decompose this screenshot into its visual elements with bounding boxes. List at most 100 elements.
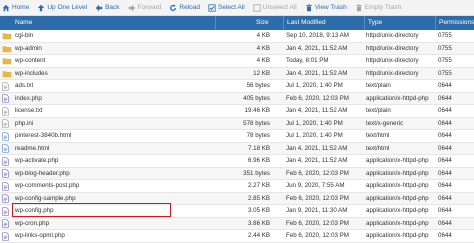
- arrow-left-icon: [95, 4, 103, 11]
- file-row[interactable]: cgi-bin 4 KB Sep 10, 2018, 9:13 AM httpd/un…: [0, 30, 474, 43]
- file-type: application/x-httpd-php: [366, 182, 429, 189]
- file-permissions: 0644: [438, 132, 452, 139]
- file-type: text/html: [366, 132, 390, 139]
- file-permissions: 0644: [438, 169, 452, 177]
- file-last-modified: Feb 6, 2020, 12:03 PM: [286, 169, 349, 177]
- html-file-icon: [2, 130, 13, 143]
- forward-label: Forward: [137, 4, 162, 11]
- file-size: 3.05 KB: [247, 207, 270, 214]
- file-row[interactable]: wp-comments-post.php 2.27 KB Jun 9, 2020, …: [0, 180, 474, 193]
- php-file-icon: [2, 155, 13, 168]
- file-size: 578 bytes: [243, 119, 270, 127]
- text-file-icon: [2, 105, 13, 118]
- home-button[interactable]: Home: [2, 4, 29, 12]
- file-last-modified: Feb 6, 2020, 12:03 PM: [286, 232, 349, 239]
- file-permissions: 0755: [438, 57, 452, 64]
- file-row[interactable]: wp-content 4 KB Today, 8:01 PM httpd/unix-d…: [0, 55, 474, 68]
- file-last-modified: Jan 4, 2021, 11:52 AM: [286, 144, 348, 152]
- file-name[interactable]: wp-links-opml.php: [15, 230, 245, 243]
- file-last-modified: Jan 4, 2021, 11:52 AM: [286, 44, 348, 52]
- file-name[interactable]: wp-blog-header.php: [15, 168, 245, 181]
- file-name[interactable]: index.php: [15, 93, 245, 106]
- file-size: 4 KB: [256, 44, 270, 52]
- file-size: 7.18 KB: [247, 144, 270, 152]
- file-row[interactable]: wp-admin 4 KB Jan 4, 2021, 11:52 AM httpd/u…: [0, 42, 474, 56]
- file-name[interactable]: license.txt: [15, 105, 245, 118]
- text-file-icon: [2, 80, 13, 93]
- folder-icon: [2, 30, 13, 43]
- file-row[interactable]: ads.txt 56 bytes Jul 1, 2020, 1:40 PM text/…: [0, 80, 474, 93]
- up-one-level-button[interactable]: Up One Level: [37, 4, 87, 12]
- generic-file-icon: [2, 118, 13, 131]
- file-type: httpd/unix-directory: [366, 57, 419, 64]
- file-name[interactable]: php.ini: [15, 118, 245, 131]
- trash-icon: [355, 3, 362, 11]
- file-name[interactable]: wp-includes: [15, 68, 245, 81]
- forward-button[interactable]: Forward: [128, 4, 162, 12]
- file-row[interactable]: readme.html 7.18 KB Jan 4, 2021, 11:52 AM t…: [0, 142, 474, 156]
- folder-icon: [2, 43, 13, 56]
- file-size: 405 bytes: [243, 94, 270, 102]
- file-name[interactable]: wp-content: [15, 55, 245, 68]
- file-last-modified: Jul 1, 2020, 1:40 PM: [286, 119, 343, 127]
- file-last-modified: Today, 8:01 PM: [286, 57, 329, 64]
- file-name[interactable]: cgi-bin: [15, 30, 245, 43]
- file-row[interactable]: wp-config-sample.php 2.85 KB Feb 6, 2020, …: [0, 192, 474, 206]
- file-name[interactable]: wp-cron.php: [15, 218, 245, 231]
- column-last-modified-header[interactable]: Last Modified: [283, 16, 326, 30]
- column-name-header[interactable]: Name: [12, 16, 32, 30]
- file-row[interactable]: wp-includes 12 KB Jan 4, 2021, 11:52 AM htt…: [0, 67, 474, 81]
- file-last-modified: Feb 6, 2020, 12:03 PM: [286, 94, 349, 102]
- file-last-modified: Jan 4, 2021, 11:52 AM: [286, 107, 348, 114]
- unselect-all-button[interactable]: Unselect All: [253, 3, 297, 12]
- php-file-icon: [2, 230, 13, 243]
- file-permissions: 0755: [438, 69, 452, 77]
- file-row[interactable]: php.ini 578 bytes Jul 1, 2020, 1:40 PM text…: [0, 117, 474, 131]
- file-name[interactable]: ads.txt: [15, 80, 245, 93]
- reload-button[interactable]: Reload: [169, 3, 200, 12]
- file-type: httpd/unix-directory: [366, 44, 419, 52]
- php-file-icon: [2, 193, 13, 206]
- view-trash-button[interactable]: View Trash: [305, 3, 347, 12]
- back-button[interactable]: Back: [95, 4, 120, 12]
- file-size: 2.27 KB: [247, 182, 270, 189]
- file-name[interactable]: wp-activate.php: [15, 155, 245, 168]
- file-row[interactable]: wp-cron.php 3.86 KB Feb 6, 2020, 12:03 PM a…: [0, 217, 474, 231]
- file-name[interactable]: readme.html: [15, 143, 245, 156]
- column-size-header[interactable]: Size: [215, 16, 283, 30]
- file-type: httpd/unix-directory: [366, 32, 419, 39]
- select-all-button[interactable]: Select All: [208, 3, 245, 12]
- file-name[interactable]: wp-admin: [15, 43, 245, 56]
- file-row[interactable]: wp-links-opml.php 2.44 KB Feb 6, 2020, 12:…: [0, 230, 474, 243]
- file-row[interactable]: wp-activate.php 6.96 KB Jan 4, 2021, 11:52…: [0, 155, 474, 168]
- up-one-level-label: Up One Level: [47, 4, 88, 11]
- file-size: 2.85 KB: [247, 194, 270, 202]
- file-type: application/x-httpd-php: [366, 207, 429, 214]
- checkbox-empty-icon: [253, 3, 261, 12]
- file-row[interactable]: license.txt 19.46 KB Jan 4, 2021, 11:52 AM…: [0, 105, 474, 118]
- trash-icon: [305, 3, 312, 11]
- select-all-label: Select All: [218, 4, 245, 11]
- column-permissions-header[interactable]: Permissions: [435, 16, 474, 30]
- file-name[interactable]: wp-config.php: [15, 205, 245, 218]
- file-row[interactable]: wp-blog-header.php 351 bytes Feb 6, 2020, …: [0, 167, 474, 181]
- column-type-header[interactable]: Type: [364, 16, 382, 30]
- file-type: application/x-httpd-php: [366, 219, 429, 227]
- empty-trash-button[interactable]: Empty Trash: [355, 3, 401, 12]
- php-file-icon: [2, 93, 13, 106]
- file-row[interactable]: pinterest-3840b.html 78 bytes Jul 1, 2020,…: [0, 130, 474, 143]
- file-last-modified: Jan 9, 2021, 11:30 AM: [286, 207, 348, 214]
- arrow-up-icon: [38, 4, 45, 11]
- home-icon: [2, 4, 10, 11]
- php-file-icon: [2, 218, 13, 231]
- file-type: text/plain: [366, 82, 391, 89]
- file-last-modified: Jul 1, 2020, 1:40 PM: [286, 132, 343, 139]
- file-row[interactable]: index.php 405 bytes Feb 6, 2020, 12:03 PM a…: [0, 92, 474, 106]
- file-last-modified: Jan 4, 2021, 11:52 AM: [286, 69, 348, 77]
- file-name[interactable]: wp-config-sample.php: [15, 193, 245, 206]
- file-name[interactable]: pinterest-3840b.html: [15, 130, 245, 143]
- file-name[interactable]: wp-comments-post.php: [15, 180, 245, 193]
- file-type: application/x-httpd-php: [366, 232, 429, 239]
- file-row[interactable]: wp-config.php 3.05 KB Jan 9, 2021, 11:30 A…: [0, 205, 474, 218]
- file-type: application/x-httpd-php: [366, 169, 429, 177]
